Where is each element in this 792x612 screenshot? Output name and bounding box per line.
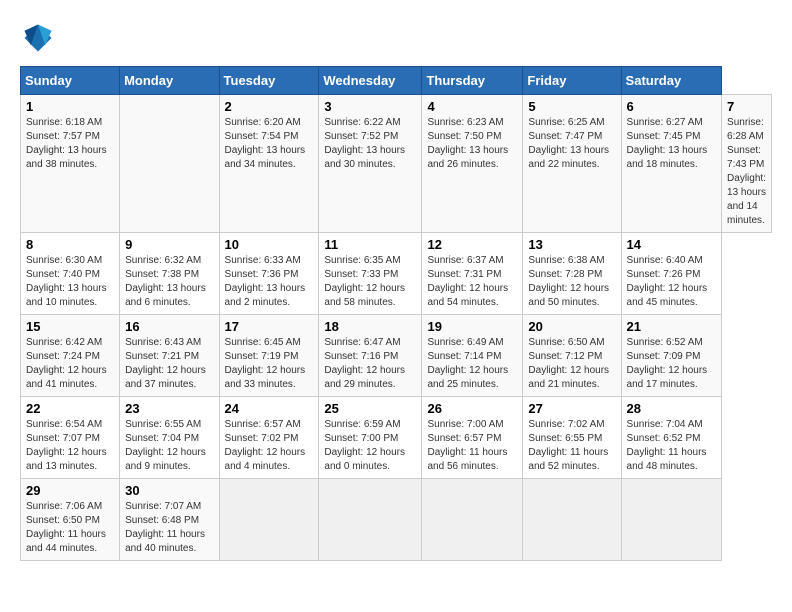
calendar-day-9: 9Sunrise: 6:32 AM Sunset: 7:38 PM Daylig… (120, 233, 219, 315)
week-row-5: 29Sunrise: 7:06 AM Sunset: 6:50 PM Dayli… (21, 479, 772, 561)
calendar-day-28: 28Sunrise: 7:04 AM Sunset: 6:52 PM Dayli… (621, 397, 721, 479)
weekday-header-row: SundayMondayTuesdayWednesdayThursdayFrid… (21, 67, 772, 95)
calendar-day-22: 22Sunrise: 6:54 AM Sunset: 7:07 PM Dayli… (21, 397, 120, 479)
weekday-header-saturday: Saturday (621, 67, 721, 95)
weekday-header-wednesday: Wednesday (319, 67, 422, 95)
calendar-day-6: 6Sunrise: 6:27 AM Sunset: 7:45 PM Daylig… (621, 95, 721, 233)
calendar-day-29: 29Sunrise: 7:06 AM Sunset: 6:50 PM Dayli… (21, 479, 120, 561)
page-header (20, 20, 772, 56)
calendar-day-8: 8Sunrise: 6:30 AM Sunset: 7:40 PM Daylig… (21, 233, 120, 315)
calendar-day-18: 18Sunrise: 6:47 AM Sunset: 7:16 PM Dayli… (319, 315, 422, 397)
calendar-day-10: 10Sunrise: 6:33 AM Sunset: 7:36 PM Dayli… (219, 233, 319, 315)
week-row-1: 1Sunrise: 6:18 AM Sunset: 7:57 PM Daylig… (21, 95, 772, 233)
weekday-header-friday: Friday (523, 67, 621, 95)
calendar-day-27: 27Sunrise: 7:02 AM Sunset: 6:55 PM Dayli… (523, 397, 621, 479)
week-row-3: 15Sunrise: 6:42 AM Sunset: 7:24 PM Dayli… (21, 315, 772, 397)
calendar-day-13: 13Sunrise: 6:38 AM Sunset: 7:28 PM Dayli… (523, 233, 621, 315)
calendar-day-3: 3Sunrise: 6:22 AM Sunset: 7:52 PM Daylig… (319, 95, 422, 233)
calendar-day-4: 4Sunrise: 6:23 AM Sunset: 7:50 PM Daylig… (422, 95, 523, 233)
weekday-header-monday: Monday (120, 67, 219, 95)
calendar-day-21: 21Sunrise: 6:52 AM Sunset: 7:09 PM Dayli… (621, 315, 721, 397)
calendar-day-17: 17Sunrise: 6:45 AM Sunset: 7:19 PM Dayli… (219, 315, 319, 397)
calendar-empty (319, 479, 422, 561)
calendar-empty (219, 479, 319, 561)
weekday-header-thursday: Thursday (422, 67, 523, 95)
logo-icon (20, 20, 56, 56)
calendar-day-19: 19Sunrise: 6:49 AM Sunset: 7:14 PM Dayli… (422, 315, 523, 397)
calendar-day-23: 23Sunrise: 6:55 AM Sunset: 7:04 PM Dayli… (120, 397, 219, 479)
week-row-2: 8Sunrise: 6:30 AM Sunset: 7:40 PM Daylig… (21, 233, 772, 315)
calendar-day-2: 2Sunrise: 6:20 AM Sunset: 7:54 PM Daylig… (219, 95, 319, 233)
calendar-day-24: 24Sunrise: 6:57 AM Sunset: 7:02 PM Dayli… (219, 397, 319, 479)
calendar-day-16: 16Sunrise: 6:43 AM Sunset: 7:21 PM Dayli… (120, 315, 219, 397)
calendar-day-26: 26Sunrise: 7:00 AM Sunset: 6:57 PM Dayli… (422, 397, 523, 479)
calendar-day-1: 1Sunrise: 6:18 AM Sunset: 7:57 PM Daylig… (21, 95, 120, 233)
calendar-day-11: 11Sunrise: 6:35 AM Sunset: 7:33 PM Dayli… (319, 233, 422, 315)
calendar-day-7: 7Sunrise: 6:28 AM Sunset: 7:43 PM Daylig… (722, 95, 772, 233)
weekday-header-tuesday: Tuesday (219, 67, 319, 95)
calendar-day-30: 30Sunrise: 7:07 AM Sunset: 6:48 PM Dayli… (120, 479, 219, 561)
calendar-empty (422, 479, 523, 561)
calendar-day-25: 25Sunrise: 6:59 AM Sunset: 7:00 PM Dayli… (319, 397, 422, 479)
calendar-empty (621, 479, 721, 561)
calendar-table: SundayMondayTuesdayWednesdayThursdayFrid… (20, 66, 772, 561)
calendar-day-14: 14Sunrise: 6:40 AM Sunset: 7:26 PM Dayli… (621, 233, 721, 315)
week-row-4: 22Sunrise: 6:54 AM Sunset: 7:07 PM Dayli… (21, 397, 772, 479)
calendar-day-5: 5Sunrise: 6:25 AM Sunset: 7:47 PM Daylig… (523, 95, 621, 233)
calendar-empty (523, 479, 621, 561)
calendar-day-empty (120, 95, 219, 233)
calendar-day-20: 20Sunrise: 6:50 AM Sunset: 7:12 PM Dayli… (523, 315, 621, 397)
calendar-day-15: 15Sunrise: 6:42 AM Sunset: 7:24 PM Dayli… (21, 315, 120, 397)
weekday-header-sunday: Sunday (21, 67, 120, 95)
calendar-day-12: 12Sunrise: 6:37 AM Sunset: 7:31 PM Dayli… (422, 233, 523, 315)
logo (20, 20, 62, 56)
